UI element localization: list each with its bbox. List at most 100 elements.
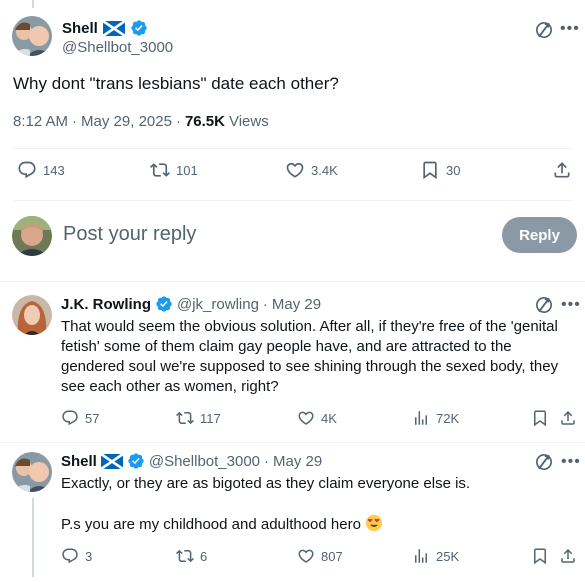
- repost-button[interactable]: 117: [176, 409, 221, 427]
- scotland-flag-icon: [103, 21, 125, 36]
- tweet-date[interactable]: May 29, 2025: [81, 113, 172, 130]
- grok-slash-icon[interactable]: [534, 295, 554, 315]
- share-upload-icon: [552, 160, 572, 180]
- meta-separator: ·: [262, 295, 268, 313]
- reply-composer: Post your reply Reply: [12, 213, 577, 259]
- grok-slash-icon[interactable]: [534, 20, 554, 40]
- current-user-avatar[interactable]: [12, 216, 52, 256]
- reply-text-line: P.s you are my childhood and adulthood h…: [61, 514, 577, 535]
- reply-button[interactable]: 57: [61, 409, 99, 427]
- bar-chart-icon: [412, 409, 430, 427]
- reply-button[interactable]: 3: [61, 547, 92, 565]
- views-count: 72K: [436, 410, 460, 426]
- heart-icon: [285, 160, 305, 180]
- avatar[interactable]: [12, 452, 52, 492]
- main-tweet-header: Shell @Shellbot_3000 •••: [12, 14, 579, 60]
- repost-button[interactable]: 101: [150, 160, 198, 180]
- meta-separator: ·: [72, 113, 78, 130]
- share-button[interactable]: [559, 547, 577, 565]
- bookmark-button[interactable]: [531, 409, 549, 427]
- share-upload-icon: [559, 409, 577, 427]
- meta-separator: ·: [264, 452, 270, 470]
- repost-count: 101: [176, 162, 198, 178]
- bookmark-icon: [531, 547, 549, 565]
- display-name[interactable]: Shell: [62, 20, 98, 37]
- verified-badge-icon[interactable]: [127, 452, 145, 470]
- post-date[interactable]: May 29: [272, 296, 321, 313]
- heart-eyes-emoji-icon: [366, 514, 383, 532]
- speech-bubble-icon: [61, 547, 79, 565]
- divider: [13, 148, 573, 149]
- avatar[interactable]: [12, 295, 52, 335]
- reply-action-bar: 57 117 4K 72K: [61, 409, 581, 429]
- like-count: 3.4K: [311, 162, 338, 178]
- tweet-text: Why dont "trans lesbians" date each othe…: [13, 74, 339, 93]
- avatar[interactable]: [12, 16, 52, 56]
- thread-connector: [32, 498, 34, 577]
- reply-count: 57: [85, 410, 100, 426]
- reply-post[interactable]: J.K. Rowling @jk_rowling · May 29 ••• Th…: [12, 295, 580, 435]
- reply-count: 143: [43, 162, 65, 178]
- display-name[interactable]: J.K. Rowling: [61, 296, 151, 313]
- reply-text-line: Exactly, or they are as bigoted as they …: [61, 475, 471, 492]
- reply-input[interactable]: Post your reply: [63, 223, 196, 246]
- views-button[interactable]: 25K: [412, 547, 459, 565]
- views-button[interactable]: 72K: [412, 409, 459, 427]
- divider: [0, 442, 585, 443]
- divider: [0, 281, 585, 282]
- reply-text: Exactly, or they are as bigoted as they …: [61, 474, 577, 535]
- like-count: 807: [321, 548, 343, 564]
- speech-bubble-icon: [61, 409, 79, 427]
- repost-arrows-icon: [176, 547, 194, 565]
- grok-slash-icon[interactable]: [534, 452, 554, 472]
- more-options-icon[interactable]: •••: [560, 21, 580, 37]
- heart-icon: [297, 409, 315, 427]
- bookmark-icon: [420, 160, 440, 180]
- bookmark-button[interactable]: [531, 547, 549, 565]
- repost-count: 117: [200, 410, 221, 426]
- tweet-time[interactable]: 8:12 AM: [13, 113, 68, 130]
- post-date[interactable]: May 29: [273, 453, 322, 470]
- reply-text: That would seem the obvious solution. Af…: [61, 318, 559, 395]
- verified-badge-icon[interactable]: [155, 295, 173, 313]
- reply-text-fragment: P.s you are my childhood and adulthood h…: [61, 516, 361, 533]
- user-handle[interactable]: @jk_rowling: [177, 296, 259, 313]
- reply-count: 3: [85, 548, 93, 564]
- like-button[interactable]: 4K: [297, 409, 337, 427]
- like-count: 4K: [321, 410, 337, 426]
- reply-post[interactable]: Shell @Shellbot_3000 · May 29 ••• Exactl…: [12, 452, 580, 577]
- like-button[interactable]: 3.4K: [285, 160, 338, 180]
- views-count: 25K: [436, 548, 460, 564]
- bookmark-icon: [531, 409, 549, 427]
- main-action-bar: 143 101 3.4K 30: [14, 160, 574, 188]
- speech-bubble-icon: [17, 160, 37, 180]
- divider: [13, 200, 573, 201]
- views-count[interactable]: 76.5K: [185, 113, 225, 130]
- repost-arrows-icon: [176, 409, 194, 427]
- display-name[interactable]: Shell: [61, 453, 97, 470]
- share-button[interactable]: [552, 160, 572, 180]
- scotland-flag-icon: [101, 454, 123, 469]
- repost-button[interactable]: 6: [176, 547, 207, 565]
- share-button[interactable]: [559, 409, 577, 427]
- bookmark-count: 30: [446, 162, 461, 178]
- user-handle[interactable]: @Shellbot_3000: [149, 453, 260, 470]
- meta-separator: ·: [175, 113, 181, 130]
- bookmark-button[interactable]: 30: [420, 160, 460, 180]
- share-upload-icon: [559, 547, 577, 565]
- user-handle[interactable]: @Shellbot_3000: [62, 39, 173, 56]
- reply-action-bar: 3 6 807 25K: [61, 547, 581, 567]
- tweet-meta: 8:12 AM · May 29, 2025 · 76.5K Views: [13, 113, 269, 130]
- verified-badge-icon[interactable]: [130, 19, 148, 37]
- reply-button[interactable]: 143: [17, 160, 65, 180]
- reply-submit-button[interactable]: Reply: [502, 217, 577, 253]
- repost-count: 6: [200, 548, 208, 564]
- more-options-icon[interactable]: •••: [561, 297, 581, 313]
- like-button[interactable]: 807: [297, 547, 343, 565]
- repost-arrows-icon: [150, 160, 170, 180]
- thread-connector-top: [32, 0, 34, 8]
- more-options-icon[interactable]: •••: [561, 454, 581, 470]
- views-label: Views: [228, 113, 269, 130]
- bar-chart-icon: [412, 547, 430, 565]
- heart-icon: [297, 547, 315, 565]
